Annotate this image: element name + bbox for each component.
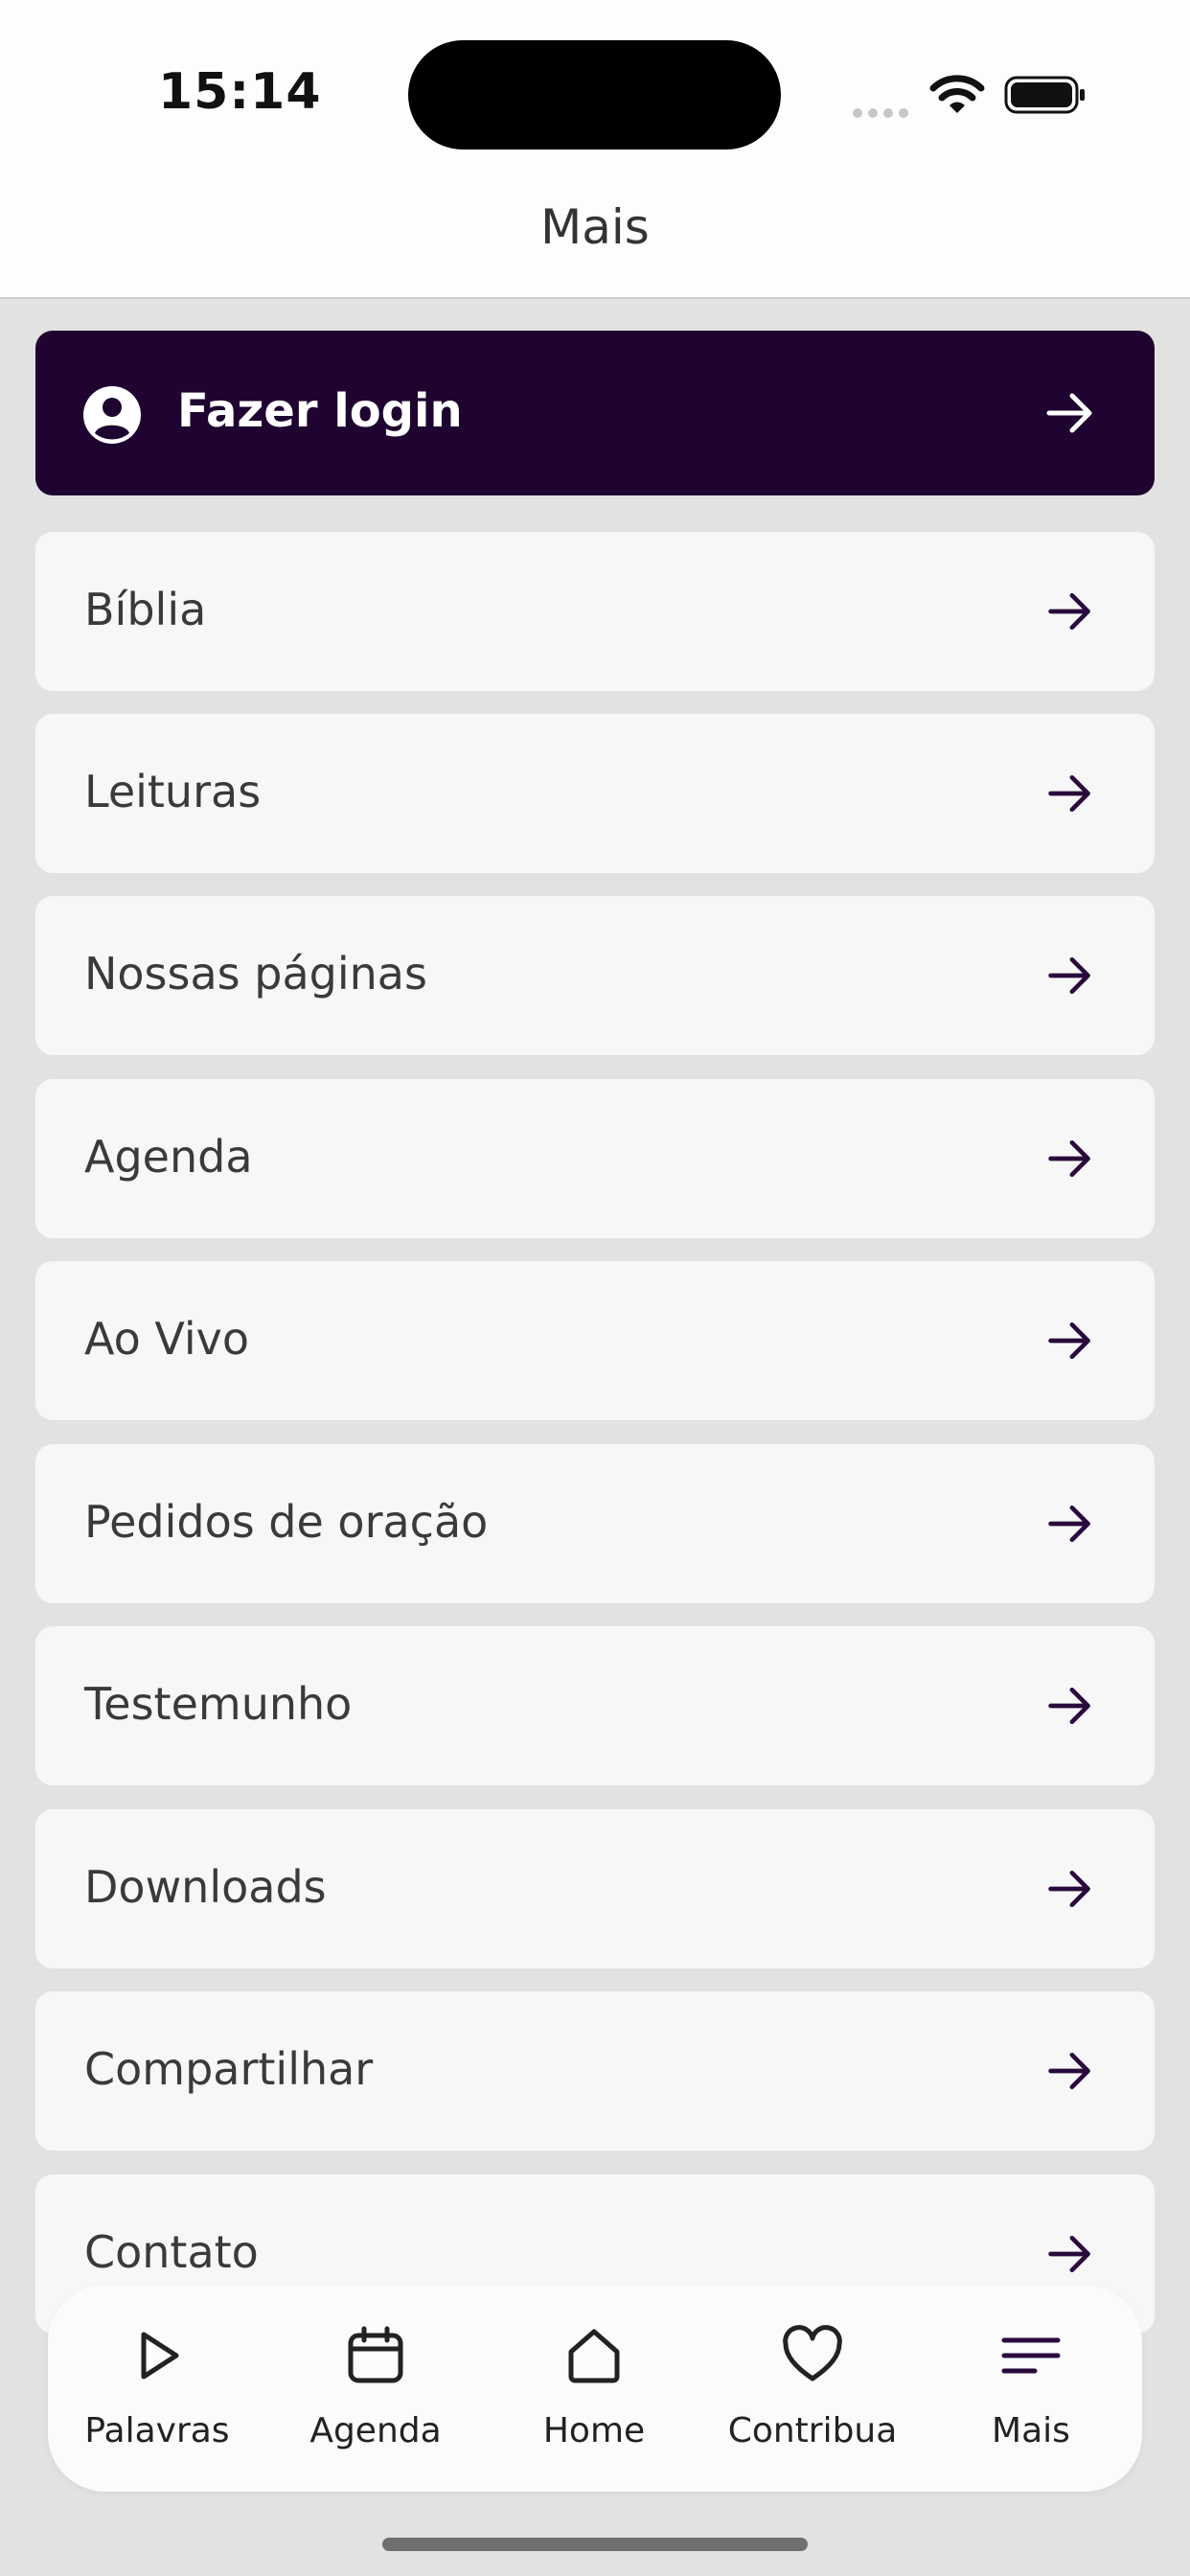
arrow-right-icon xyxy=(1048,2052,1090,2090)
arrow-right-icon xyxy=(1048,1687,1090,1725)
arrow-right-icon xyxy=(1048,956,1090,995)
menu-item-pedidos-de-oracao[interactable]: Pedidos de oração xyxy=(35,1444,1155,1603)
menu-item-label: Pedidos de oração xyxy=(84,1496,489,1548)
status-bar: 15:14 xyxy=(0,0,1190,153)
arrow-right-icon xyxy=(1048,1322,1090,1360)
menu-icon xyxy=(1001,2337,1061,2374)
tab-label: Agenda xyxy=(309,2411,442,2450)
wifi-icon xyxy=(929,75,985,113)
menu-item-compartilhar[interactable]: Compartilhar xyxy=(35,1991,1155,2150)
menu-item-label: Leituras xyxy=(84,766,262,817)
home-indicator[interactable] xyxy=(382,2538,808,2551)
menu-item-agenda[interactable]: Agenda xyxy=(35,1079,1155,1238)
tab-palavras[interactable]: Palavras xyxy=(48,2285,266,2492)
tab-agenda[interactable]: Agenda xyxy=(266,2285,485,2492)
status-time: 15:14 xyxy=(158,63,322,121)
menu-item-downloads[interactable]: Downloads xyxy=(35,1809,1155,1968)
user-circle-icon xyxy=(83,386,141,444)
login-button[interactable]: Fazer login xyxy=(35,331,1155,495)
tab-mais[interactable]: Mais xyxy=(922,2285,1140,2492)
tab-contribua[interactable]: Contribua xyxy=(703,2285,922,2492)
page-title: Mais xyxy=(540,199,650,255)
tab-home[interactable]: Home xyxy=(485,2285,703,2492)
arrow-right-icon xyxy=(1048,592,1090,631)
battery-icon xyxy=(1004,76,1085,114)
signal-icon xyxy=(853,104,914,122)
tab-bar: Palavras Agenda Home Contribua Mais xyxy=(48,2285,1142,2492)
login-label: Fazer login xyxy=(177,384,463,438)
menu-item-biblia[interactable]: Bíblia xyxy=(35,532,1155,691)
menu-item-label: Contato xyxy=(84,2226,259,2278)
heart-icon xyxy=(783,2325,842,2381)
menu-item-nossas-paginas[interactable]: Nossas páginas xyxy=(35,896,1155,1055)
menu-item-label: Downloads xyxy=(84,1861,327,1913)
menu-item-leituras[interactable]: Leituras xyxy=(35,714,1155,873)
menu-item-label: Ao Vivo xyxy=(84,1313,250,1365)
menu-item-label: Testemunho xyxy=(84,1678,353,1730)
menu-item-ao-vivo[interactable]: Ao Vivo xyxy=(35,1261,1155,1420)
menu-item-label: Bíblia xyxy=(84,584,207,635)
tab-label: Home xyxy=(542,2411,646,2450)
tab-label: Palavras xyxy=(84,2411,230,2450)
arrow-right-icon xyxy=(1046,393,1092,433)
menu-item-label: Compartilhar xyxy=(84,2043,374,2095)
play-icon xyxy=(141,2332,179,2380)
home-icon xyxy=(568,2329,620,2383)
arrow-right-icon xyxy=(1048,774,1090,813)
arrow-right-icon xyxy=(1048,1139,1090,1178)
menu-item-label: Nossas páginas xyxy=(84,948,427,1000)
dynamic-island xyxy=(408,40,781,150)
tab-label: Contribua xyxy=(727,2411,898,2450)
calendar-icon xyxy=(348,2326,403,2383)
menu-item-testemunho[interactable]: Testemunho xyxy=(35,1626,1155,1785)
arrow-right-icon xyxy=(1048,2235,1090,2273)
tab-label: Mais xyxy=(992,2411,1070,2450)
nav-header: Mais xyxy=(0,153,1190,299)
arrow-right-icon xyxy=(1048,1870,1090,1908)
arrow-right-icon xyxy=(1048,1505,1090,1543)
menu-item-label: Agenda xyxy=(84,1131,253,1183)
